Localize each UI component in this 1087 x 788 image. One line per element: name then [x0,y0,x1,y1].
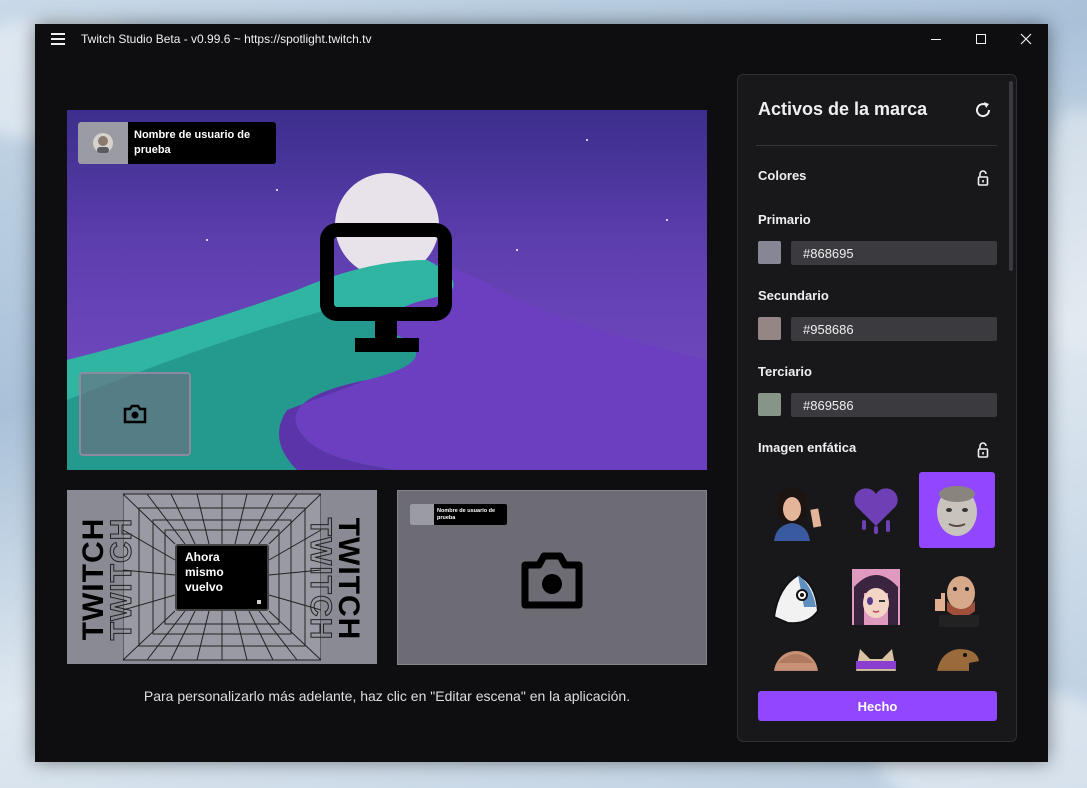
mini-avatar [410,504,434,525]
primary-label: Primario [758,212,811,227]
secondary-swatch[interactable] [758,317,781,340]
main-scene-preview[interactable]: Nombre de usuario de prueba [67,110,707,470]
lock-icon[interactable] [975,169,991,187]
close-button[interactable] [1003,24,1048,54]
app-window: Twitch Studio Beta - v0.99.6 ~ https://s… [35,24,1048,762]
emote-purple-heart-drip[interactable] [838,472,914,548]
emote-fish-face[interactable] [758,559,834,635]
brb-scene-thumbnail[interactable]: TWITCH TWITCH TWITCH TWITCH Ahora mismo … [67,490,377,664]
brb-corner-mark [257,600,261,604]
tertiary-label: Terciario [758,364,812,379]
panel-title: Activos de la marca [758,99,928,119]
minimize-icon [930,39,941,40]
camera-icon [521,552,583,609]
emote-cat-sunglasses[interactable] [838,641,914,671]
avatar [78,122,128,164]
brb-line-3: vuelvo [185,580,224,594]
done-button[interactable]: Hecho [758,691,997,721]
emote-woman-waving[interactable] [758,472,834,548]
secondary-label: Secundario [758,288,829,303]
twitch-side-text-left-outline: TWITCH [105,517,139,641]
minimize-button[interactable] [913,24,958,54]
mini-username-overlay: Nombre de usuario de prueba [410,504,507,525]
menu-icon[interactable] [35,24,81,54]
panel-scroll-fade [738,669,1016,685]
camera-scene-thumbnail[interactable]: Nombre de usuario de prueba [397,490,707,665]
brb-message-box: Ahora mismo vuelvo [175,544,269,611]
emote-bald-head[interactable] [758,641,834,671]
brand-assets-panel: Activos de la marca Colores Primario Sec… [737,74,1017,742]
camera-icon [123,404,147,424]
maximize-button[interactable] [958,24,1003,54]
title-bar: Twitch Studio Beta - v0.99.6 ~ https://s… [35,24,1048,54]
colors-label: Colores [758,168,807,183]
mini-username-label: Nombre de usuario de prueba [437,507,496,521]
emote-kappa-face[interactable] [919,472,995,548]
refresh-icon[interactable] [972,99,994,121]
panel-scrollbar[interactable] [1009,81,1013,271]
emote-dinosaur[interactable] [919,641,995,671]
primary-color-input[interactable] [791,241,997,265]
tertiary-swatch[interactable] [758,393,781,416]
customize-hint: Para personalizarlo más adelante, haz cl… [143,688,631,704]
primary-swatch[interactable] [758,241,781,264]
lock-icon[interactable] [975,441,991,459]
brb-line-1: Ahora [185,550,220,564]
username-label: Nombre de usuario de prueba [134,129,251,156]
close-icon [1020,33,1031,45]
webcam-placeholder [79,372,191,456]
secondary-color-input[interactable] [791,317,997,341]
window-title: Twitch Studio Beta - v0.99.6 ~ https://s… [81,32,372,46]
divider [756,145,997,146]
maximize-icon [975,34,986,44]
tertiary-color-input[interactable] [791,393,997,417]
username-overlay: Nombre de usuario de prueba [78,122,276,164]
emote-anime-girl-wink[interactable] [838,559,914,635]
twitch-side-text-right-outline: TWITCH [304,517,338,641]
emote-man-thumbs-up[interactable] [919,559,995,635]
emphasis-image-label: Imagen enfática [758,440,857,455]
brb-line-2: mismo [185,565,224,579]
